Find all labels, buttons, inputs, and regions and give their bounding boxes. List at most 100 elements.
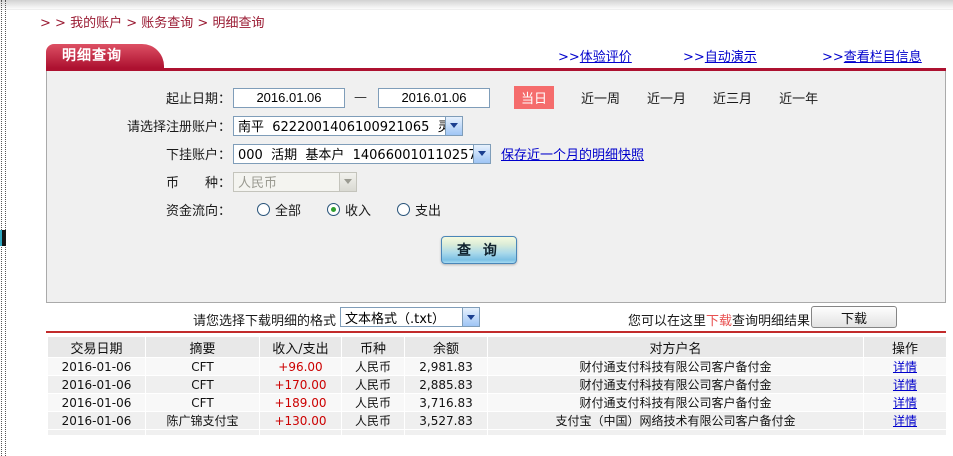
query-button[interactable]: 查 询 — [441, 236, 517, 264]
flow-radio-income[interactable]: 收入 — [327, 200, 371, 219]
table-row: 2016-01-06陈广锦支付宝+130.00人民币3,527.83支付宝（中国… — [48, 412, 946, 430]
cell-summary: CFT — [146, 358, 260, 376]
download-row: 请您选择下载明细的格式 文本格式（.txt） 您可以在这里下载查询明细结果 下载 — [46, 306, 946, 330]
quick-range-month-link[interactable]: 近一月 — [647, 88, 686, 107]
detail-link[interactable]: 详情 — [893, 396, 917, 410]
breadcrumb-separator: > — [126, 16, 137, 31]
footer-cell — [864, 430, 946, 436]
breadcrumb-item-account-query[interactable]: 账务查询 — [141, 16, 193, 31]
chevron-down-icon — [462, 308, 479, 326]
cell-amount: +96.00 — [260, 358, 342, 376]
cell-counterparty: 支付宝（中国）网络技术有限公司客户备付金 — [488, 412, 864, 430]
footer-cell — [405, 430, 488, 436]
header-counterparty: 对方户名 — [488, 337, 864, 358]
quick-range-quarter-link[interactable]: 近三月 — [713, 88, 752, 107]
cell-summary: CFT — [146, 376, 260, 394]
cell-date: 2016-01-06 — [48, 394, 146, 412]
cell-counterparty: 财付通支付科技有限公司客户备付金 — [488, 394, 864, 412]
cell-amount: +130.00 — [260, 412, 342, 430]
header-date: 交易日期 — [48, 337, 146, 358]
page: > > 我的账户 > 账务查询 > 明细查询 明细查询 >>体验评价 >>自动演… — [0, 0, 953, 456]
cell-date: 2016-01-06 — [48, 358, 146, 376]
experience-rating-link[interactable]: >>体验评价 — [558, 46, 632, 65]
radio-icon[interactable] — [257, 203, 270, 216]
transaction-table: 交易日期 摘要 收入/支出 币种 余额 对方户名 操作 2016-01-06CF… — [48, 337, 946, 436]
chevron-down-icon — [339, 173, 356, 191]
cell-summary: 陈广锦支付宝 — [146, 412, 260, 430]
query-form-panel: 起止日期： — 当日 近一周 近一月 近三月 近一年 请选择注册账户： 南平 6… — [46, 71, 946, 303]
register-account-row: 请选择注册账户： 南平 6222001406100921065 灵通卡 — [47, 112, 945, 139]
footer-cell — [48, 430, 146, 436]
cell-summary: CFT — [146, 394, 260, 412]
sub-account-select[interactable]: 000 活期 基本户 1406600101102571848 — [233, 144, 491, 164]
cell-currency: 人民币 — [342, 412, 405, 430]
date-range-row: 起止日期： — 当日 近一周 近一月 近三月 近一年 — [47, 84, 945, 111]
cell-amount: +189.00 — [260, 394, 342, 412]
cell-counterparty: 财付通支付科技有限公司客户备付金 — [488, 358, 864, 376]
cell-balance: 2,885.83 — [405, 376, 488, 394]
date-from-input[interactable] — [233, 88, 345, 108]
auto-demo-link[interactable]: >>自动演示 — [683, 46, 757, 65]
currency-row: 币 种： 人民币 — [47, 168, 945, 195]
register-account-select[interactable]: 南平 6222001406100921065 灵通卡 — [233, 116, 463, 136]
radio-icon[interactable] — [397, 203, 410, 216]
breadcrumb: > > 我的账户 > 账务查询 > 明细查询 — [40, 12, 264, 31]
header-balance: 余额 — [405, 337, 488, 358]
footer-cell — [488, 430, 864, 436]
detail-link[interactable]: 详情 — [893, 378, 917, 392]
sub-account-row: 下挂账户： 000 活期 基本户 1406600101102571848 保存近… — [47, 140, 945, 167]
cell-action: 详情 — [864, 358, 946, 376]
tab-detail-query[interactable]: 明细查询 — [46, 44, 164, 68]
breadcrumb-item-detail-query[interactable]: 明细查询 — [212, 16, 264, 31]
top-gradient-strip — [0, 0, 953, 10]
quick-range-today-button[interactable]: 当日 — [514, 86, 554, 109]
currency-select-disabled: 人民币 — [233, 172, 357, 192]
table-row: 2016-01-06CFT+96.00人民币2,981.83财付通支付科技有限公… — [48, 358, 946, 376]
detail-link[interactable]: 详情 — [893, 414, 917, 428]
breadcrumb-separator: > — [197, 16, 208, 31]
cell-date: 2016-01-06 — [48, 376, 146, 394]
cell-action: 详情 — [864, 394, 946, 412]
download-hint: 您可以在这里下载查询明细结果 — [628, 310, 810, 329]
flow-radio-expense[interactable]: 支出 — [397, 200, 441, 219]
download-text-link[interactable]: 下载 — [706, 314, 732, 329]
download-button[interactable]: 下载 — [811, 306, 897, 328]
header-currency: 币种 — [342, 337, 405, 358]
date-to-input[interactable] — [378, 88, 490, 108]
flow-direction-label: 资金流向： — [47, 200, 231, 219]
save-snapshot-link[interactable]: 保存近一个月的明细快照 — [501, 144, 644, 163]
table-row: 2016-01-06CFT+189.00人民币3,716.83财付通支付科技有限… — [48, 394, 946, 412]
cell-currency: 人民币 — [342, 358, 405, 376]
tab-title: 明细查询 — [46, 44, 164, 68]
quick-range-week-link[interactable]: 近一周 — [581, 88, 620, 107]
panel-collapse-marker[interactable] — [0, 230, 6, 246]
footer-cell — [260, 430, 342, 436]
cell-action: 详情 — [864, 376, 946, 394]
flow-direction-row: 资金流向： 全部 收入 支出 — [47, 196, 945, 223]
download-format-label: 请您选择下载明细的格式 — [193, 310, 336, 329]
radio-checked-icon[interactable] — [327, 203, 340, 216]
panel-drag-handle[interactable] — [1, 0, 6, 456]
download-format-select[interactable]: 文本格式（.txt） — [340, 307, 480, 327]
date-dash: — — [354, 90, 367, 105]
breadcrumb-prefix: > > — [40, 16, 66, 31]
chevron-down-icon — [445, 117, 462, 135]
column-info-link[interactable]: >>查看栏目信息 — [822, 46, 922, 65]
quick-range-year-link[interactable]: 近一年 — [779, 88, 818, 107]
table-header-row: 交易日期 摘要 收入/支出 币种 余额 对方户名 操作 — [48, 337, 946, 358]
cell-balance: 2,981.83 — [405, 358, 488, 376]
table-top-divider — [46, 331, 946, 333]
cell-currency: 人民币 — [342, 394, 405, 412]
footer-cell — [342, 430, 405, 436]
cell-counterparty: 财付通支付科技有限公司客户备付金 — [488, 376, 864, 394]
table-footer-strip — [48, 430, 946, 436]
cell-currency: 人民币 — [342, 376, 405, 394]
footer-cell — [146, 430, 260, 436]
register-account-label: 请选择注册账户： — [47, 116, 231, 135]
table-row: 2016-01-06CFT+170.00人民币2,885.83财付通支付科技有限… — [48, 376, 946, 394]
detail-link[interactable]: 详情 — [893, 360, 917, 374]
date-range-label: 起止日期： — [47, 88, 231, 107]
flow-radio-all[interactable]: 全部 — [257, 200, 301, 219]
breadcrumb-item-my-account[interactable]: 我的账户 — [70, 16, 122, 31]
cell-balance: 3,527.83 — [405, 412, 488, 430]
